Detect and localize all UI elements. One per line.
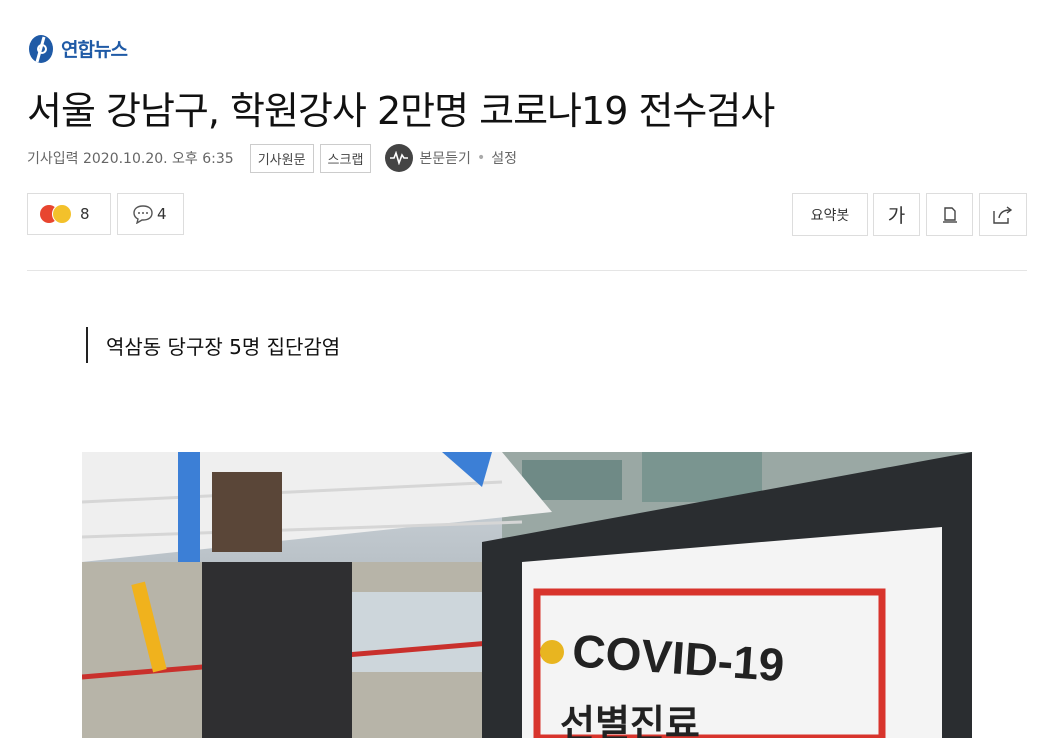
comment-icon xyxy=(133,205,153,224)
share-button[interactable] xyxy=(979,193,1027,236)
share-icon xyxy=(993,205,1013,224)
emotion-count: 8 xyxy=(80,205,90,223)
summary-bot-button[interactable]: 요약봇 xyxy=(792,193,868,236)
print-icon xyxy=(942,206,957,223)
article-meta: 기사입력 2020.10.20. 오후 6:35 기사원문 스크랩 본문듣기 •… xyxy=(27,143,517,173)
font-size-button[interactable]: 가 xyxy=(873,193,920,236)
print-button[interactable] xyxy=(926,193,973,236)
scrap-button[interactable]: 스크랩 xyxy=(319,143,372,173)
article-title: 서울 강남구, 학원강사 2만명 코로나19 전수검사 xyxy=(27,89,775,133)
meta-separator: • xyxy=(476,150,486,166)
covid-testing-site-image: COVID-19 선별진료 xyxy=(82,452,972,738)
article-date: 기사입력 2020.10.20. 오후 6:35 xyxy=(27,151,234,167)
comment-count: 4 xyxy=(157,205,167,223)
article-photo: COVID-19 선별진료 xyxy=(82,452,972,738)
emotion-button[interactable]: 8 xyxy=(27,193,111,235)
original-article-button[interactable]: 기사원문 xyxy=(249,143,314,173)
header-divider xyxy=(27,270,1027,271)
listen-button[interactable]: 본문듣기 xyxy=(385,144,471,172)
sad-emoji-icon xyxy=(52,204,72,224)
settings-link[interactable]: 설정 xyxy=(491,148,517,168)
yonhap-logo[interactable]: 연합뉴스 xyxy=(27,32,128,64)
article-subheading: 역삼동 당구장 5명 집단감염 xyxy=(86,327,340,363)
sign-screening-text: 선별진료 xyxy=(560,702,700,738)
yonhap-logo-icon xyxy=(29,35,53,63)
listen-label: 본문듣기 xyxy=(419,151,471,167)
brand-name: 연합뉴스 xyxy=(61,38,128,61)
comment-button[interactable]: 4 xyxy=(117,193,184,235)
listen-icon xyxy=(385,144,414,172)
